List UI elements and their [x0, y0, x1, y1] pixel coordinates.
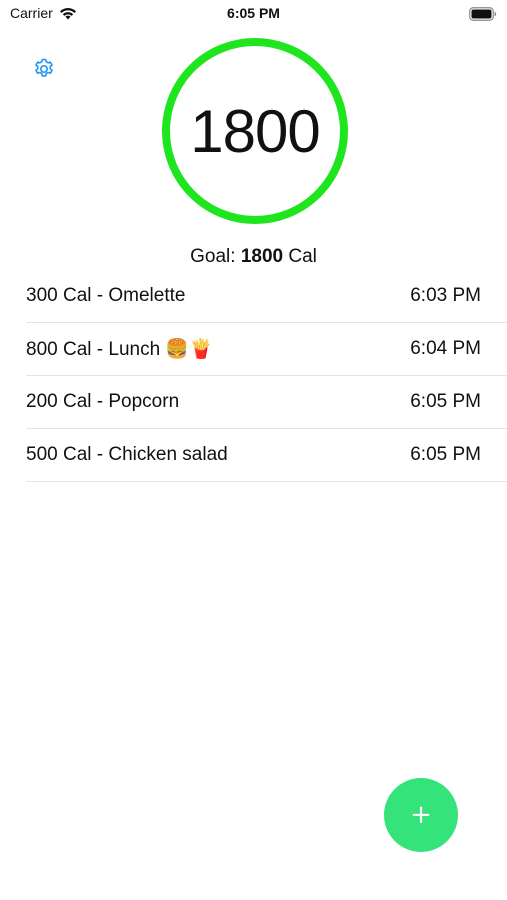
gear-icon — [32, 57, 56, 81]
calorie-total: 1800 — [190, 97, 320, 165]
entry-time: 6:03 PM — [410, 285, 481, 306]
list-item[interactable]: 300 Cal - Omelette 6:03 PM — [26, 270, 507, 323]
calorie-ring: 1800 — [162, 38, 348, 224]
battery-icon — [469, 7, 497, 21]
goal-suffix: Cal — [283, 246, 317, 267]
entry-text: 300 Cal - Omelette — [26, 285, 186, 306]
entry-text: 800 Cal - Lunch 🍔🍟 — [26, 339, 213, 360]
goal-value: 1800 — [240, 246, 284, 267]
list-item[interactable]: 200 Cal - Popcorn 6:05 PM — [26, 376, 507, 429]
entry-time: 6:05 PM — [410, 391, 481, 412]
entries-list: 300 Cal - Omelette 6:03 PM 800 Cal - Lun… — [26, 270, 507, 482]
entry-time: 6:04 PM — [410, 338, 481, 359]
entry-text: 500 Cal - Chicken salad — [26, 444, 228, 465]
add-entry-button[interactable]: + — [384, 778, 458, 852]
settings-button[interactable] — [32, 57, 56, 81]
list-item[interactable]: 500 Cal - Chicken salad 6:05 PM — [26, 429, 507, 482]
status-time: 6:05 PM — [227, 5, 280, 21]
entry-time: 6:05 PM — [410, 444, 481, 465]
entry-text: 200 Cal - Popcorn — [26, 391, 180, 412]
list-item[interactable]: 800 Cal - Lunch 🍔🍟 6:04 PM — [26, 323, 507, 376]
goal-prefix: Goal: — [190, 246, 241, 267]
status-bar: Carrier 6:05 PM — [0, 0, 507, 28]
goal-label: Goal: 1800 Cal — [0, 246, 507, 268]
plus-icon: + — [410, 800, 432, 830]
